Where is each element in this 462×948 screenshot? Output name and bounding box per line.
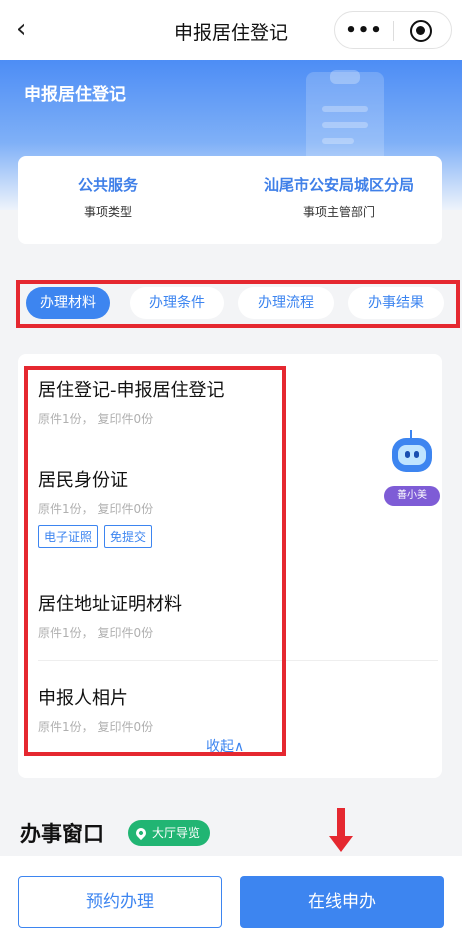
department-value: 汕尾市公安局城区分局: [263, 176, 414, 194]
assistant-label: 善小美: [384, 486, 440, 506]
hall-guide-button[interactable]: 大厅导览: [128, 820, 211, 846]
nav-bar: ‹ 申报居住登记 •••: [0, 0, 462, 60]
window-section-title: 办事窗口: [20, 822, 104, 846]
appointment-button[interactable]: 预约办理: [18, 876, 222, 928]
service-type-value: 公共服务: [77, 176, 138, 194]
robot-icon: [392, 438, 432, 472]
apply-online-button[interactable]: 在线申办: [240, 876, 444, 928]
close-miniprogram-icon[interactable]: [410, 20, 432, 42]
banner-title: 申报居住登记: [24, 85, 126, 105]
highlight-frame-materials: [24, 366, 286, 756]
more-icon[interactable]: •••: [335, 12, 393, 48]
capsule-divider: [393, 21, 394, 41]
capsule-menu: •••: [334, 11, 452, 49]
service-type: 公共服务 事项类型: [58, 174, 158, 220]
highlight-arrow: [337, 808, 345, 838]
clipboard-icon: [306, 70, 384, 168]
bottom-action-bar: 预约办理 在线申办: [0, 856, 462, 948]
hall-guide-label: 大厅导览: [152, 826, 201, 840]
service-type-label: 事项类型: [83, 205, 132, 219]
assistant-robot[interactable]: 善小美: [384, 430, 456, 514]
highlight-frame-tabs: [16, 280, 460, 328]
department-label: 事项主管部门: [302, 205, 375, 219]
service-info-card: 公共服务 事项类型 汕尾市公安局城区分局 事项主管部门: [18, 156, 442, 244]
highlight-arrow-head: [329, 836, 353, 852]
department: 汕尾市公安局城区分局 事项主管部门: [244, 174, 434, 220]
location-pin-icon: [133, 825, 149, 841]
